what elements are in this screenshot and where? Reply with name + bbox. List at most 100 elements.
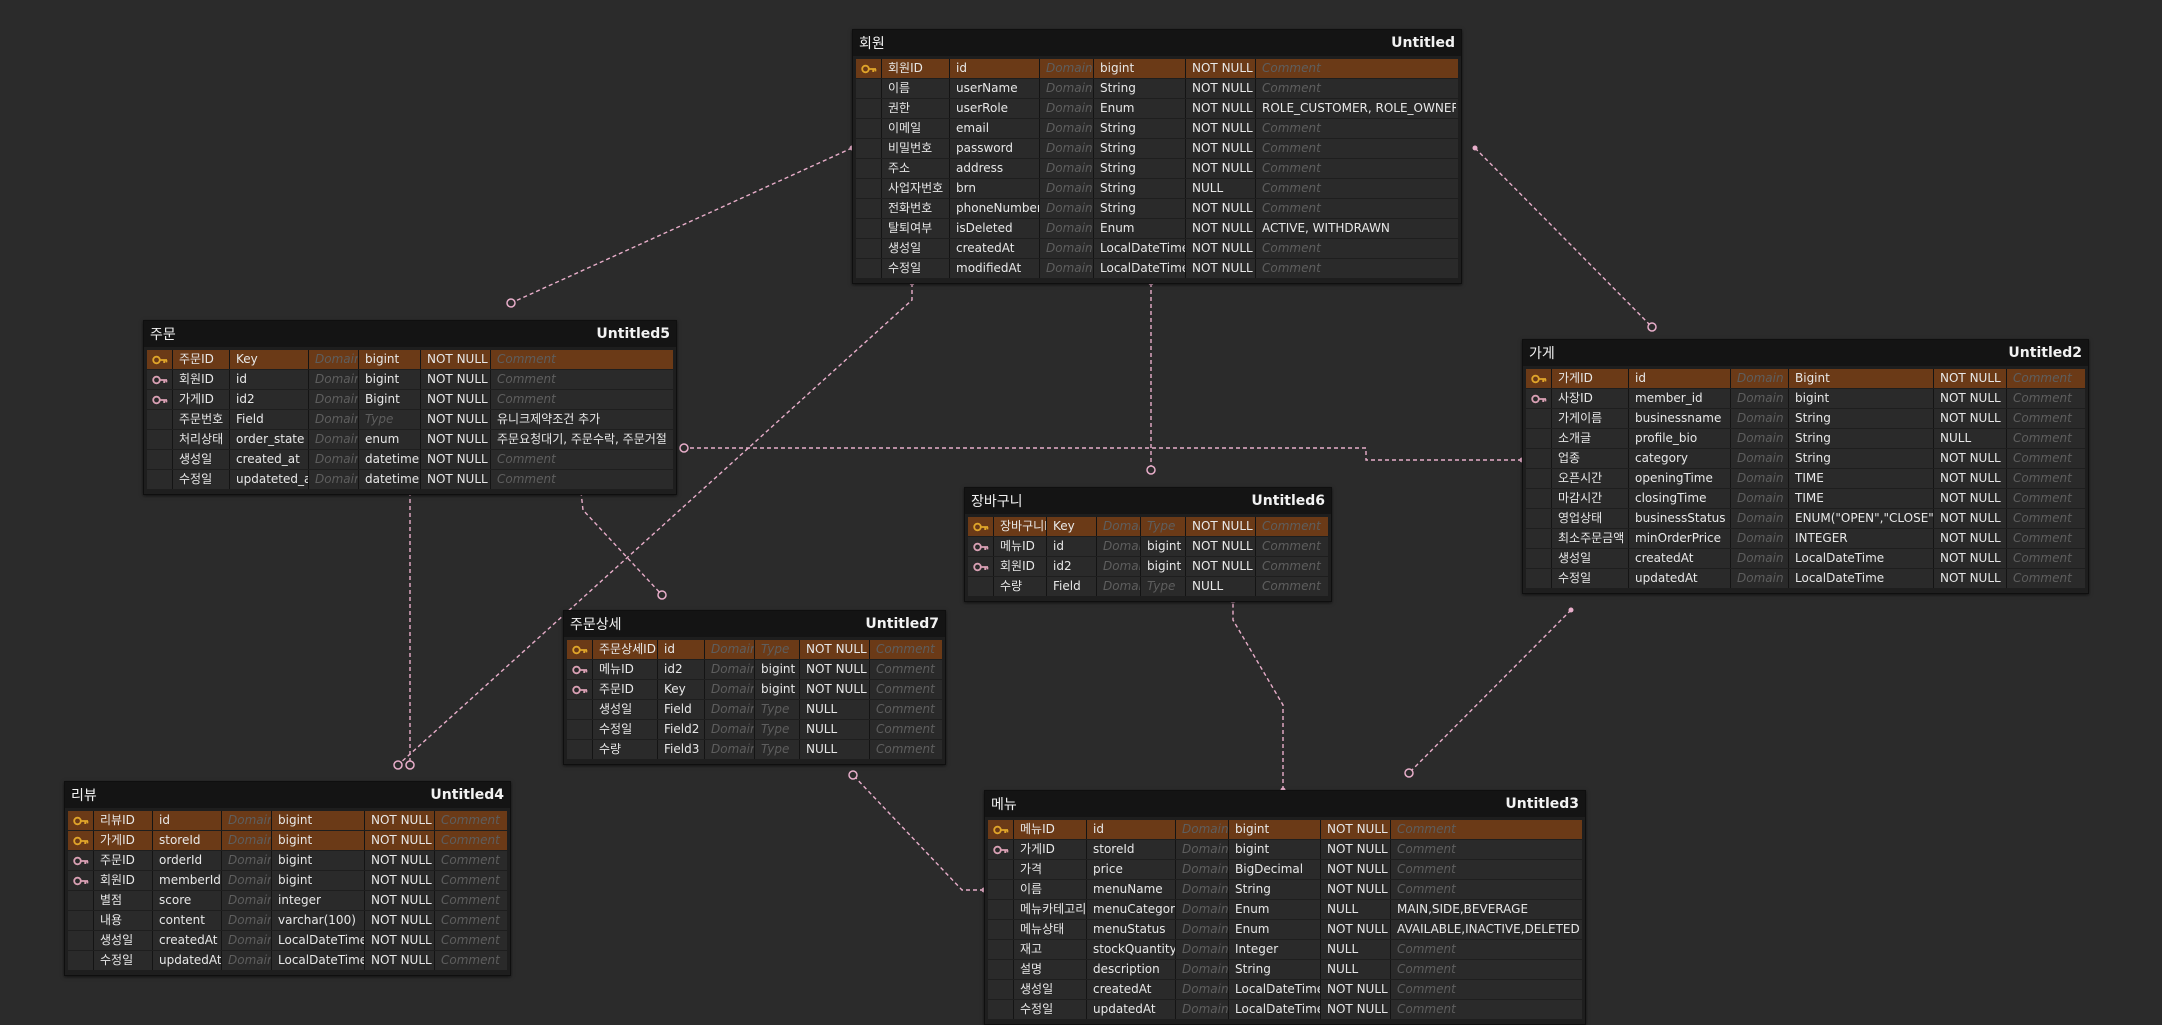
column-row[interactable]: 메뉴IDidDomainbigintNOT NULL Comment — [988, 820, 1582, 839]
column-row[interactable]: 수정일 Field2 Domain Type NULL Comment — [567, 720, 942, 739]
physical-name-cell: Field — [1047, 577, 1097, 596]
relation-members-orders[interactable] — [506, 145, 855, 308]
relation-line[interactable] — [1474, 147, 1653, 328]
column-row[interactable]: 주문ID orderId Domain bigint NOT NULL Comment — [68, 851, 507, 870]
table-header[interactable]: 메뉴 Untitled3 — [985, 791, 1585, 817]
table-orders[interactable]: 주문 Untitled5 주문ID Key Domain bigint NOT NULL Co… — [143, 320, 677, 495]
table-physical-name: Untitled6 — [1251, 493, 1325, 509]
table-header[interactable]: 주문 Untitled5 — [144, 321, 676, 347]
relation-line[interactable] — [1232, 598, 1284, 790]
column-row[interactable]: 리뷰ID id Domain bigint NOT NULL Comment — [68, 811, 507, 830]
column-row[interactable]: 영업상태 businessStatus Domain ENUM("OPEN","CLO… — [1526, 509, 2085, 528]
table-menus[interactable]: 메뉴 Untitled3 메뉴ID id Domain bigint NOT NULL Com… — [984, 790, 1586, 1025]
column-row[interactable]: 주소 address Domain String NOT NULL Comment — [856, 159, 1458, 178]
domain-cell: Domain — [1176, 880, 1229, 899]
relation-line[interactable] — [1408, 609, 1572, 774]
column-row[interactable]: 수량 Field3 Domain Type NULL Comment — [567, 740, 942, 759]
column-row[interactable]: 회원ID id Domain bigint NOT NULL Comment — [147, 370, 673, 389]
table-header[interactable]: 주문상세 Untitled7 — [564, 611, 945, 637]
column-row[interactable]: 회원ID memberId Domain bigint NOT NULL Comment — [68, 871, 507, 890]
column-row[interactable]: 가격 price Domain BigDecimal NOT NULL Comment — [988, 860, 1582, 879]
logical-name-cell: 메뉴ID — [593, 660, 658, 679]
relation-orders-order-details[interactable] — [578, 489, 667, 600]
column-row[interactable]: 메뉴상태 menuStatus Domain Enum NOT NULL AVAILABL… — [988, 920, 1582, 939]
column-row[interactable]: 생성일 createdAt Domain LocalDateTime NOT NULL C… — [68, 931, 507, 950]
column-row[interactable]: 메뉴ID id2 Domain bigint NOT NULL Comment — [567, 660, 942, 679]
relation-menus-order-details[interactable] — [848, 770, 987, 893]
erd-canvas[interactable]: 회원 Untitled 회원ID id Domain bigint NOT NULL Comm… — [0, 0, 2162, 1025]
relation-line[interactable] — [852, 774, 984, 891]
table-members[interactable]: 회원 Untitled 회원ID id Domain bigint NOT NULL Comm… — [852, 29, 1462, 284]
column-row[interactable]: 마감시간 closingTime Domain TIME NOT NULL Comment — [1526, 489, 2085, 508]
column-row[interactable]: 생성일 createdAt Domain LocalDateTime NOT NULL C… — [988, 980, 1582, 999]
column-row[interactable]: 처리상태 order_state Domain enum NOT NULL 주문요청대기,… — [147, 430, 673, 449]
column-row[interactable]: 오픈시간 openingTime Domain TIME NOT NULL Comment — [1526, 469, 2085, 488]
column-row[interactable]: 별점 score Domain integer NOT NULL Comment — [68, 891, 507, 910]
column-row[interactable]: 사업자번호 brn Domain String NULL Comment — [856, 179, 1458, 198]
column-row[interactable]: 수정일 updatedAt Domain LocalDateTime NOT NULL C… — [1526, 569, 2085, 588]
column-row[interactable]: 설명 description Domain String NULL Comment — [988, 960, 1582, 979]
relation-members-stores[interactable] — [1472, 145, 1657, 332]
comment-cell: Comment — [1262, 141, 1321, 155]
column-row[interactable]: 재고 stockQuantity Domain Integer NULL Comment — [988, 940, 1582, 959]
column-row[interactable]: 가게ID storeId Domain bigint NOT NULL Comment — [68, 831, 507, 850]
column-row[interactable]: 가게이름 businessname Domain String NOT NULL Comm… — [1526, 409, 2085, 428]
table-header[interactable]: 장바구니 Untitled6 — [965, 488, 1331, 514]
column-row[interactable]: 메뉴카테고리 menuCategory Domain Enum NULL MAIN,SID… — [988, 900, 1582, 919]
column-row[interactable]: 최소주문금액 minOrderPrice Domain INTEGER NOT NULL… — [1526, 529, 2085, 548]
column-row[interactable]: 주문ID Key Domain bigint NOT NULL Comment — [147, 350, 673, 369]
column-row[interactable]: 생성일 created_at Domain datetime NOT NULL Comme… — [147, 450, 673, 469]
column-row[interactable]: 회원IDid2DomainbigintNOT NULL Comment — [968, 557, 1328, 576]
primary-key-icon — [147, 350, 173, 369]
key-cell — [1526, 569, 1552, 588]
logical-name-cell: 탈퇴여부 — [882, 219, 950, 238]
column-row[interactable]: 수량FieldDomainTypeNULL Comment — [968, 577, 1328, 596]
table-header[interactable]: 회원 Untitled — [853, 30, 1461, 56]
column-row[interactable]: 생성일 createdAt Domain LocalDateTime NOT NULL C… — [1526, 549, 2085, 568]
column-row[interactable]: 가게ID id Domain Bigint NOT NULL Comment — [1526, 369, 2085, 388]
column-row[interactable]: 가게ID id2 Domain Bigint NOT NULL Comment — [147, 390, 673, 409]
table-reviews[interactable]: 리뷰 Untitled4 리뷰ID id Domain bigint NOT NULL Com… — [64, 781, 511, 976]
column-row[interactable]: 회원ID id Domain bigint NOT NULL Comment — [856, 59, 1458, 78]
table-stores[interactable]: 가게 Untitled2 가게ID id Domain Bigint NOT NULL Com… — [1522, 339, 2089, 594]
table-carts[interactable]: 장바구니Untitled6 장바구니IDKeyDomainTypeNOT NULL… — [964, 487, 1332, 602]
column-row[interactable]: 내용 content Domain varchar(100) NOT NULL Comme… — [68, 911, 507, 930]
column-row[interactable]: 주문상세ID id Domain Type NOT NULL Comment — [567, 640, 942, 659]
column-row[interactable]: 수정일 updatedAt Domain LocalDateTime NOT NULL C… — [68, 951, 507, 970]
relation-stores-menus[interactable] — [1404, 607, 1574, 778]
column-row[interactable]: 가게ID storeId Domain bigint NOT NULL Comment — [988, 840, 1582, 859]
relation-members-carts[interactable] — [1146, 280, 1156, 475]
table-order-details[interactable]: 주문상세 Untitled7 주문상세ID id Domain Type NOT NULL C… — [563, 610, 946, 765]
column-row[interactable]: 소개글 profile_bio Domain String NULL Comment — [1526, 429, 2085, 448]
column-row[interactable]: 권한 userRole Domain Enum NOT NULL ROLE_CUSTOME… — [856, 99, 1458, 118]
relation-line[interactable] — [684, 447, 1522, 461]
relation-menus-carts[interactable] — [1228, 593, 1286, 793]
relation-line[interactable] — [580, 491, 663, 596]
column-row[interactable]: 이름 userName Domain String NOT NULL Comment — [856, 79, 1458, 98]
column-row[interactable]: 주문번호 Field Domain Type NOT NULL 유니크제약조건 추가 — [147, 410, 673, 429]
column-row[interactable]: 수정일 modifiedAt Domain LocalDateTime NOT NULL… — [856, 259, 1458, 278]
column-row[interactable]: 장바구니IDKeyDomainTypeNOT NULL Comment — [968, 517, 1328, 536]
relation-line[interactable] — [510, 147, 853, 304]
column-row[interactable]: 메뉴IDidDomainbigintNOT NULL Comment — [968, 537, 1328, 556]
table-header[interactable]: 가게 Untitled2 — [1523, 340, 2088, 366]
column-row[interactable]: 사장ID member_id Domain bigint NOT NULL Comment — [1526, 389, 2085, 408]
table-header[interactable]: 리뷰 Untitled4 — [65, 782, 510, 808]
column-row[interactable]: 전화번호 phoneNumber Domain String NOT NULL Comme… — [856, 199, 1458, 218]
column-row[interactable]: 주문ID Key Domain bigint NOT NULL Comment — [567, 680, 942, 699]
column-row[interactable]: 수정일 updateted_at Domain datetime NOT NULL Com… — [147, 470, 673, 489]
key-cell — [968, 577, 994, 596]
column-row[interactable]: 수정일 updatedAt Domain LocalDateTime NOT NULL C… — [988, 1000, 1582, 1019]
column-row[interactable]: 이름 menuName Domain String NOT NULL Comment — [988, 880, 1582, 899]
column-row[interactable]: 생성일 createdAt Domain LocalDateTime NOT NULL C… — [856, 239, 1458, 258]
column-row[interactable]: 업종 category Domain String NOT NULL Comment — [1526, 449, 2085, 468]
logical-name-cell: 회원ID — [994, 557, 1047, 576]
relation-orders-reviews[interactable] — [405, 489, 415, 770]
column-row[interactable]: 비밀번호 password Domain String NOT NULL Comment — [856, 139, 1458, 158]
column-row[interactable]: 탈퇴여부 isDeleted Domain Enum NOT NULL ACTIVE, W… — [856, 219, 1458, 238]
column-row[interactable]: 생성일 Field Domain Type NULL Comment — [567, 700, 942, 719]
type-cell: Type — [755, 720, 800, 739]
relation-stores-orders[interactable] — [679, 443, 1525, 463]
nullability-cell: NULL — [1321, 940, 1391, 959]
column-row[interactable]: 이메일 email Domain String NOT NULL Comment — [856, 119, 1458, 138]
